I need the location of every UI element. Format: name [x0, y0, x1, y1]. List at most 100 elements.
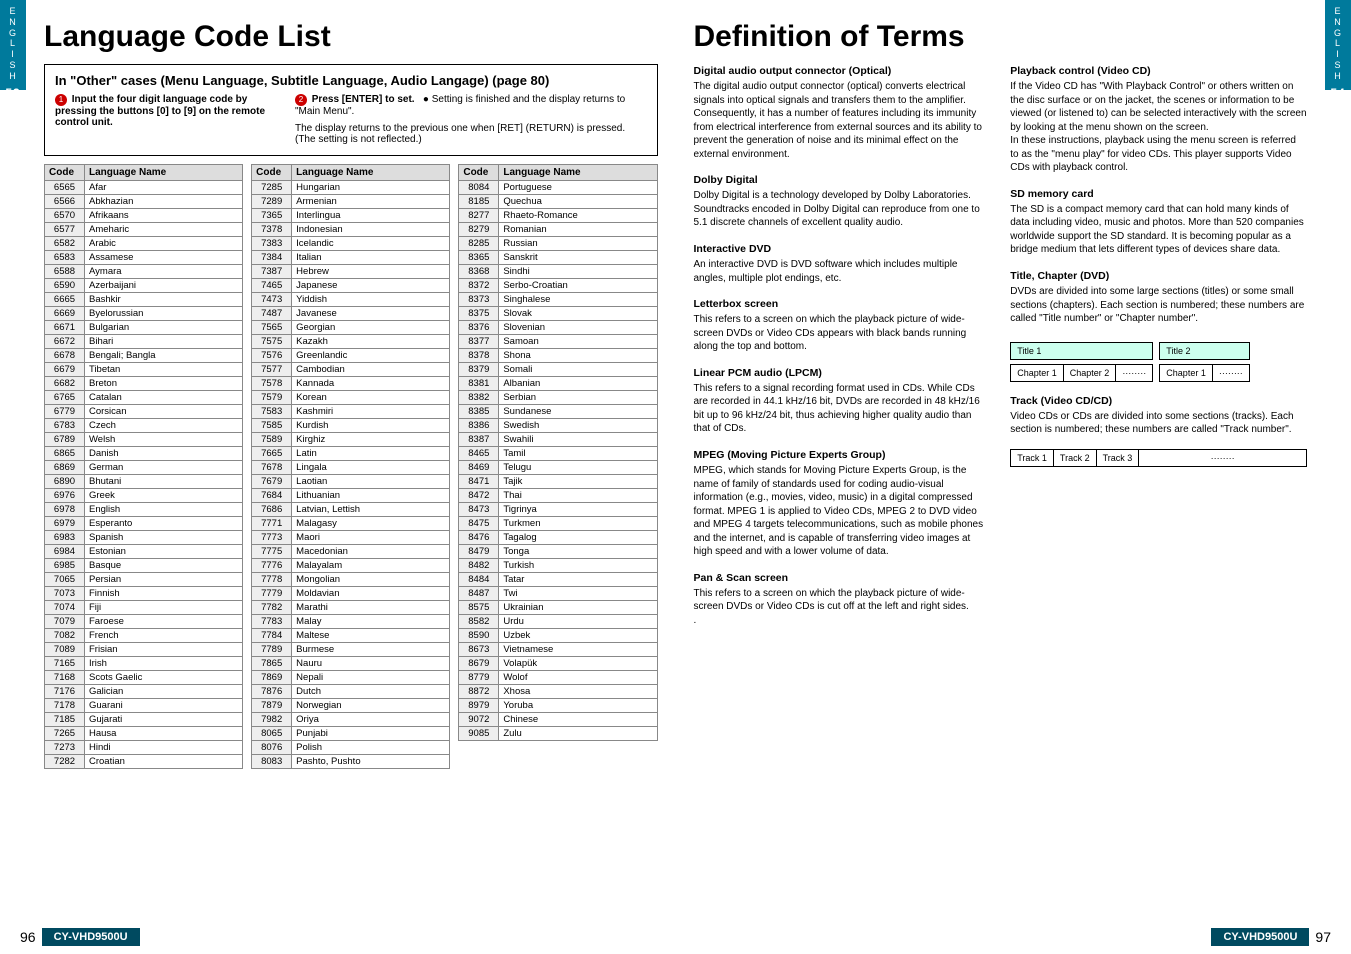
term-title: Linear PCM audio (LPCM) [694, 366, 991, 380]
return-note: The display returns to the previous one … [295, 123, 647, 145]
name-cell: Afrikaans [85, 209, 243, 223]
name-cell: Romanian [499, 223, 657, 237]
term-body: MPEG, which stands for Moving Picture Ex… [694, 464, 991, 559]
code-cell: 7869 [252, 671, 292, 685]
term-title: Pan & Scan screen [694, 571, 991, 585]
left-page-num: 96 [20, 929, 36, 945]
intro-box: In "Other" cases (Menu Language, Subtitl… [44, 64, 658, 156]
term-title: Interactive DVD [694, 242, 991, 256]
table-row: 8482Turkish [459, 559, 657, 573]
code-cell: 7387 [252, 265, 292, 279]
term-body: This refers to a screen on which the pla… [694, 587, 991, 628]
code-cell: 9085 [459, 727, 499, 741]
name-cell: Japanese [292, 279, 450, 293]
table-row: 8487Twi [459, 587, 657, 601]
language-tables: CodeLanguage Name 6565Afar6566Abkhazian6… [44, 164, 658, 769]
table-row: 7865Nauru [252, 657, 450, 671]
code-cell: 6590 [45, 279, 85, 293]
name-cell: Wolof [499, 671, 657, 685]
table-row: 6671Bulgarian [45, 321, 243, 335]
name-cell: Serbo-Croatian [499, 279, 657, 293]
name-cell: Uzbek [499, 629, 657, 643]
code-cell: 7378 [252, 223, 292, 237]
table-row: 6570Afrikaans [45, 209, 243, 223]
track-diagram: Track 1 Track 2 Track 3 ········ [1010, 449, 1307, 467]
term-title: Playback control (Video CD) [1010, 64, 1307, 78]
name-cell: Korean [292, 391, 450, 405]
name-cell: Arabic [85, 237, 243, 251]
table-row: 7679Laotian [252, 475, 450, 489]
name-cell: Shona [499, 349, 657, 363]
table-row: 7665Latin [252, 447, 450, 461]
code-cell: 6570 [45, 209, 85, 223]
table-row: 7073Finnish [45, 587, 243, 601]
code-cell: 8381 [459, 377, 499, 391]
code-cell: 7589 [252, 433, 292, 447]
code-cell: 7585 [252, 419, 292, 433]
code-cell: 6979 [45, 517, 85, 531]
name-cell: Kurdish [292, 419, 450, 433]
name-cell: Tonga [499, 545, 657, 559]
term-block: Playback control (Video CD)If the Video … [1010, 64, 1307, 175]
tab-letters-r: ENGLISH [1325, 6, 1351, 82]
table-row: 7176Galician [45, 685, 243, 699]
table-row: 7165Irish [45, 657, 243, 671]
name-cell: Azerbaijani [85, 279, 243, 293]
name-cell: Aymara [85, 265, 243, 279]
name-cell: Czech [85, 419, 243, 433]
name-cell: Chinese [499, 713, 657, 727]
name-cell: Croatian [85, 755, 243, 769]
code-cell: 6582 [45, 237, 85, 251]
code-cell: 7783 [252, 615, 292, 629]
table-row: 8379Somali [459, 363, 657, 377]
code-cell: 8387 [459, 433, 499, 447]
code-cell: 7073 [45, 587, 85, 601]
code-cell: 8575 [459, 601, 499, 615]
table-row: 7789Burmese [252, 643, 450, 657]
table-row: 6565Afar [45, 181, 243, 195]
name-cell: Afar [85, 181, 243, 195]
code-cell: 6985 [45, 559, 85, 573]
name-cell: Interlingua [292, 209, 450, 223]
code-cell: 8673 [459, 643, 499, 657]
code-cell: 6984 [45, 545, 85, 559]
code-cell: 7776 [252, 559, 292, 573]
table-row: 9072Chinese [459, 713, 657, 727]
name-cell: Burmese [292, 643, 450, 657]
code-cell: 8471 [459, 475, 499, 489]
code-cell: 7285 [252, 181, 292, 195]
code-cell: 7579 [252, 391, 292, 405]
code-cell: 6665 [45, 293, 85, 307]
table-row: 6869German [45, 461, 243, 475]
table-row: 8465Tamil [459, 447, 657, 461]
code-cell: 6978 [45, 503, 85, 517]
code-cell: 7789 [252, 643, 292, 657]
code-cell: 8372 [459, 279, 499, 293]
code-cell: 7565 [252, 321, 292, 335]
name-cell: Indonesian [292, 223, 450, 237]
table-row: 8582Urdu [459, 615, 657, 629]
th-code: Code [252, 165, 292, 181]
terms-left-col: Digital audio output connector (Optical)… [694, 64, 991, 639]
table-row: 8590Uzbek [459, 629, 657, 643]
code-cell: 8484 [459, 573, 499, 587]
name-cell: Persian [85, 573, 243, 587]
th-code: Code [45, 165, 85, 181]
code-cell: 7185 [45, 713, 85, 727]
name-cell: Hebrew [292, 265, 450, 279]
table-row: 9085Zulu [459, 727, 657, 741]
term-block: Digital audio output connector (Optical)… [694, 64, 991, 161]
name-cell: Norwegian [292, 699, 450, 713]
code-cell: 7089 [45, 643, 85, 657]
code-cell: 8472 [459, 489, 499, 503]
code-cell: 7775 [252, 545, 292, 559]
code-cell: 7265 [45, 727, 85, 741]
term-title: Dolby Digital [694, 173, 991, 187]
name-cell: Oriya [292, 713, 450, 727]
table-row: 6783Czech [45, 419, 243, 433]
code-cell: 6671 [45, 321, 85, 335]
name-cell: Laotian [292, 475, 450, 489]
term-block: Pan & Scan screen This refers to a screen… [694, 571, 991, 628]
lang-table-1: CodeLanguage Name 6565Afar6566Abkhazian6… [44, 164, 243, 769]
name-cell: Latin [292, 447, 450, 461]
